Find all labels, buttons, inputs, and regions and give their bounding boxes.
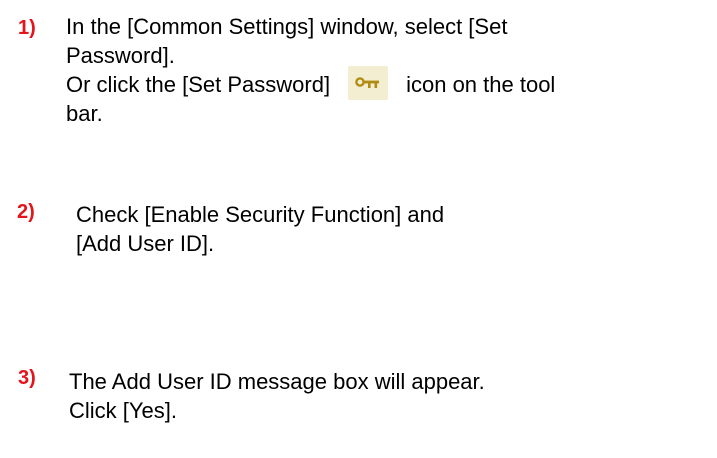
step-1-line-3: Or click the [Set Password] icon on the t… — [66, 66, 556, 101]
step-1-line-2: Password]. — [66, 43, 175, 68]
step-1-text: In the [Common Settings] window, select … — [66, 12, 555, 128]
step-1-line-4: bar. — [66, 101, 103, 126]
step-3-line-1: The Add User ID message box will appear. — [69, 369, 485, 394]
step-2-line-1: Check [Enable Security Function] and — [76, 202, 445, 227]
step-3-number: 3) — [18, 367, 36, 389]
key-icon — [348, 66, 389, 101]
step-1-number: 1) — [18, 17, 36, 39]
step-1-line-1: In the [Common Settings] window, select … — [66, 14, 508, 39]
step-1-line-3-after: icon on the tool — [406, 72, 556, 97]
step-1-line-3-before: Or click the [Set Password] — [66, 72, 331, 97]
step-2-number: 2) — [17, 201, 35, 223]
step-2-text: Check [Enable Security Function] and [Ad… — [76, 200, 444, 258]
step-3-line-2: Click [Yes]. — [69, 398, 178, 423]
step-2-line-2: [Add User ID]. — [76, 231, 215, 256]
step-3-text: The Add User ID message box will appear.… — [69, 367, 485, 425]
